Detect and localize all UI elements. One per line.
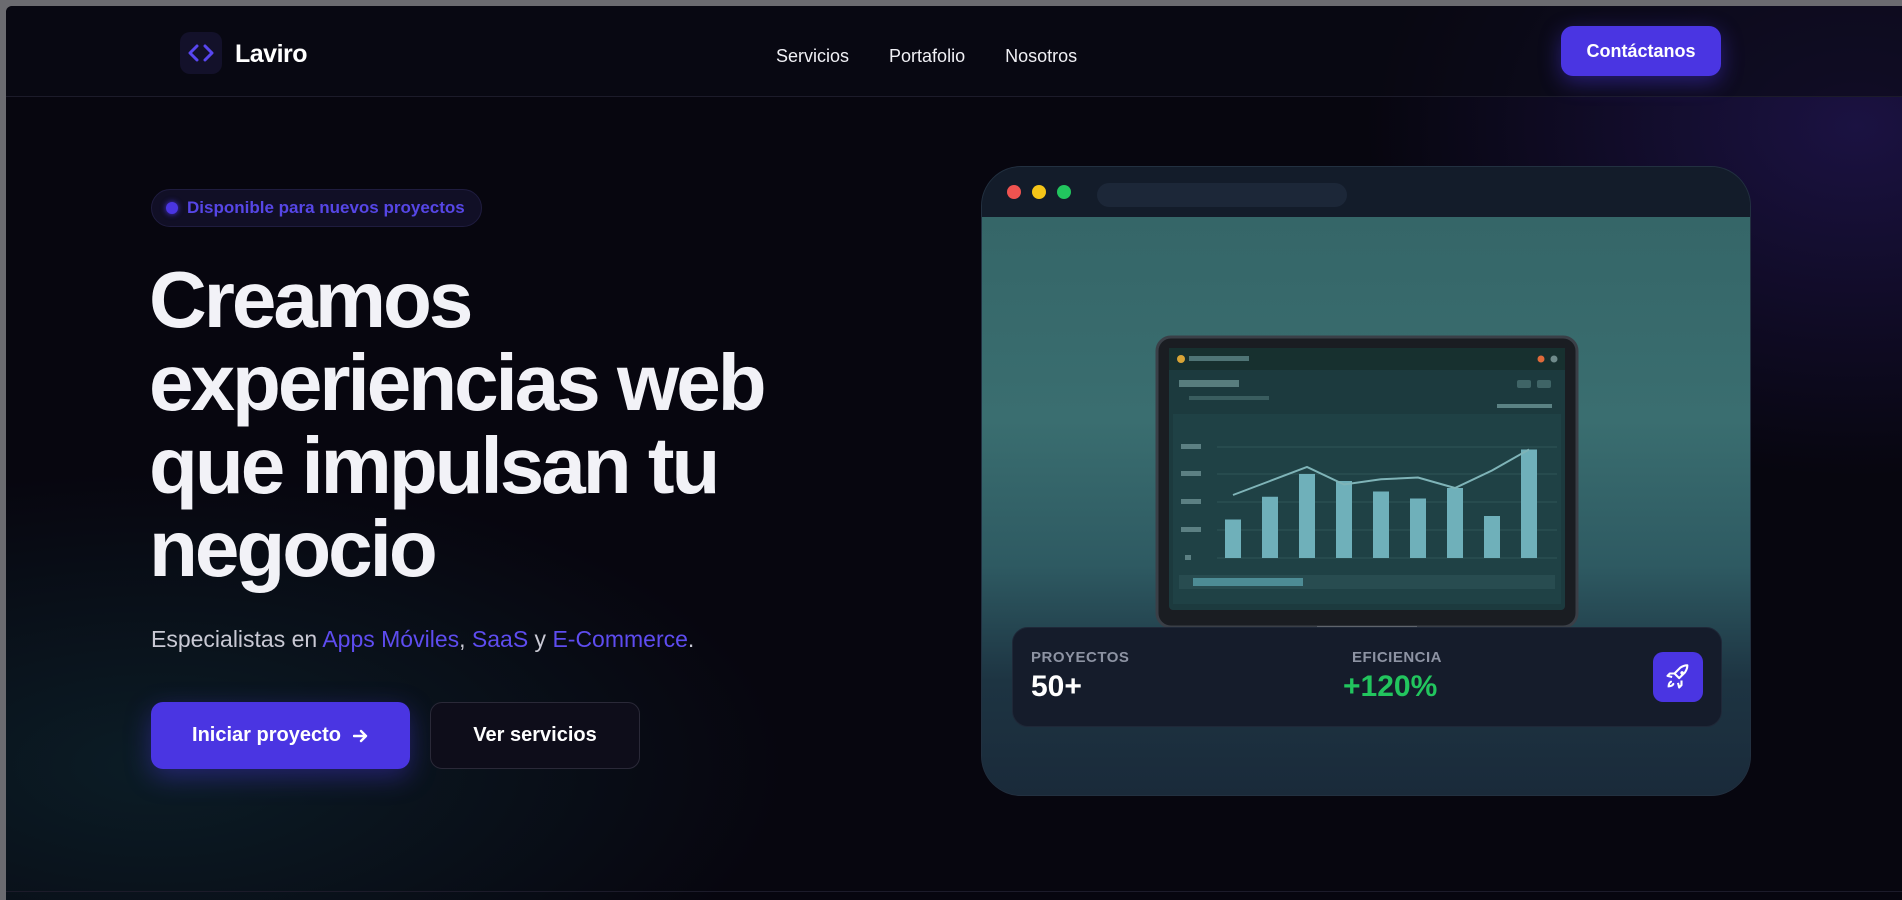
- highlight-ecommerce: E-Commerce: [552, 626, 688, 652]
- availability-badge-label: Disponible para nuevos proyectos: [187, 198, 465, 217]
- close-dot-icon: [1007, 185, 1021, 199]
- stat-label-efficiency: EFICIENCIA: [1352, 649, 1443, 666]
- headline-line: que impulsan tu: [149, 421, 720, 510]
- chart-bar: [1484, 516, 1500, 558]
- headline-line: experiencias web: [149, 338, 767, 427]
- start-project-button[interactable]: Iniciar proyecto: [151, 702, 410, 769]
- navbar: Laviro Servicios Portafolio Nosotros Con…: [6, 6, 1902, 97]
- chart-bar: [1336, 481, 1352, 558]
- nav-links: Servicios Portafolio Nosotros: [776, 46, 1077, 67]
- nav-link-portafolio[interactable]: Portafolio: [889, 46, 965, 67]
- headline-line: Creamos: [149, 255, 473, 344]
- minimize-dot-icon: [1032, 185, 1046, 199]
- stat-value-projects: 50+: [1031, 670, 1082, 703]
- section-divider: [6, 891, 1902, 892]
- subtitle-prefix: Especialistas en: [151, 626, 323, 652]
- availability-badge: Disponible para nuevos proyectos: [151, 189, 482, 227]
- stat-label-projects: PROYECTOS: [1031, 649, 1130, 666]
- contact-button[interactable]: Contáctanos: [1561, 26, 1721, 76]
- stat-value-efficiency: +120%: [1343, 670, 1438, 703]
- maximize-dot-icon: [1057, 185, 1071, 199]
- chart-bar: [1521, 449, 1537, 558]
- logo-badge[interactable]: [180, 32, 222, 74]
- url-bar: [1097, 183, 1347, 207]
- start-project-label: Iniciar proyecto: [192, 724, 341, 746]
- chart-bar: [1447, 488, 1463, 558]
- stats-card: PROYECTOS 50+ EFICIENCIA +120%: [1012, 627, 1722, 727]
- chart-bar: [1410, 498, 1426, 558]
- brand-name[interactable]: Laviro: [235, 40, 308, 69]
- chart-bar: [1299, 474, 1315, 558]
- view-services-button[interactable]: Ver servicios: [430, 702, 640, 769]
- mockup-image: PROYECTOS 50+ EFICIENCIA +120%: [982, 217, 1750, 795]
- headline-line: negocio: [149, 504, 438, 593]
- laptop-illustration: [1127, 335, 1607, 632]
- arrow-right-icon: [352, 729, 368, 742]
- hero-headline: Creamos experiencias web que impulsan tu…: [149, 258, 849, 590]
- subtitle-separator: ,: [459, 626, 472, 652]
- highlight-apps-moviles: Apps Móviles: [322, 626, 460, 652]
- chart-bar: [1225, 519, 1241, 558]
- code-brackets-icon: [188, 44, 214, 62]
- subtitle-separator: y: [528, 626, 553, 652]
- chart-bar: [1373, 491, 1389, 558]
- page: Laviro Servicios Portafolio Nosotros Con…: [6, 6, 1902, 900]
- browser-titlebar: [982, 167, 1750, 217]
- status-dot-icon: [166, 202, 178, 214]
- hero-subtitle: Especialistas en Apps Móviles, SaaS y E-…: [151, 626, 694, 653]
- nav-link-nosotros[interactable]: Nosotros: [1005, 46, 1077, 67]
- highlight-saas: SaaS: [471, 626, 529, 652]
- subtitle-suffix: .: [687, 626, 695, 652]
- chart-bar: [1262, 496, 1278, 558]
- rocket-button[interactable]: [1653, 652, 1703, 702]
- rocket-icon: [1666, 664, 1689, 689]
- nav-link-servicios[interactable]: Servicios: [776, 46, 849, 67]
- browser-mockup: PROYECTOS 50+ EFICIENCIA +120%: [981, 166, 1751, 796]
